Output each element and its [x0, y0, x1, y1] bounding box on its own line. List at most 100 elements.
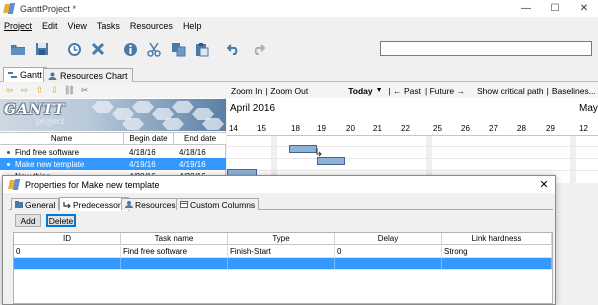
unlink-icon: ✂ — [80, 85, 89, 95]
save-project-button[interactable] — [32, 39, 52, 59]
task-row[interactable]: Find free software 4/18/16 4/18/16 — [0, 146, 226, 158]
maximize-button[interactable]: ☐ — [541, 0, 569, 17]
arrow-down-icon: ⇩ — [50, 85, 59, 95]
paste-button[interactable] — [192, 39, 212, 59]
column-header-delay[interactable]: Delay — [335, 233, 442, 244]
cell-task-name[interactable]: Find free software — [121, 246, 228, 257]
scissors-icon — [147, 42, 161, 57]
column-header-end-date[interactable]: End date — [174, 133, 226, 144]
delete-button[interactable] — [88, 39, 108, 59]
cell-type[interactable]: Finish-Start — [228, 246, 335, 257]
table-row-selected[interactable] — [14, 258, 552, 270]
task-table-header: Name Begin date End date — [0, 132, 226, 145]
indent-button[interactable]: ⇨ — [19, 85, 30, 96]
resources-tab-icon — [125, 201, 133, 208]
predecessors-table[interactable]: ID Task name Type Delay Link hardness 0 … — [13, 232, 553, 304]
timeline-day-row: 14 15 18 19 20 21 22 25 26 27 28 29 12 — [227, 124, 598, 136]
chart-toolbar: Zoom In | Zoom Out Today ▼ | ← Past | Fu… — [227, 83, 598, 98]
menu-tasks[interactable]: Tasks — [92, 21, 125, 31]
column-header-link-hardness[interactable]: Link hardness — [442, 233, 552, 244]
link-button[interactable]: ⛓ — [64, 85, 75, 96]
day-label: 22 — [401, 124, 410, 133]
column-header-begin-date[interactable]: Begin date — [124, 133, 174, 144]
column-header-type[interactable]: Type — [228, 233, 335, 244]
cut-button[interactable] — [144, 39, 164, 59]
task-begin-date: 4/19/16 — [129, 159, 156, 169]
gantt-chart-area[interactable]: Zoom In | Zoom Out Today ▼ | ← Past | Fu… — [227, 83, 598, 183]
general-tab-icon — [15, 201, 23, 208]
properties-button[interactable] — [120, 39, 140, 59]
cell-type[interactable] — [228, 258, 335, 269]
task-bar[interactable] — [317, 157, 345, 165]
cell-task-name[interactable] — [121, 258, 228, 269]
tab-gantt[interactable]: Gantt — [3, 67, 48, 82]
open-project-button[interactable] — [8, 39, 28, 59]
unlink-button[interactable]: ✂ — [79, 85, 90, 96]
column-header-id[interactable]: ID — [14, 233, 121, 244]
dialog-close-button[interactable]: ✕ — [537, 177, 551, 191]
table-row[interactable]: 0 Find free software Finish-Start 0 Stro… — [14, 246, 552, 258]
ganttproject-app-icon — [3, 3, 16, 14]
baselines-button[interactable]: Baselines... — [552, 86, 596, 96]
dialog-title-bar: Properties for Make new template ✕ — [3, 176, 555, 193]
menu-bar: Project Edit View Tasks Resources Help — [0, 18, 598, 33]
save-icon — [36, 43, 48, 55]
tab-general[interactable]: General — [11, 198, 60, 210]
cell-id[interactable] — [14, 258, 121, 269]
close-icon: ✕ — [539, 178, 549, 191]
today-button[interactable]: Today — [348, 86, 372, 96]
delete-button[interactable]: Delete — [46, 214, 76, 227]
copy-button[interactable] — [168, 39, 188, 59]
link-icon: ⛓ — [63, 85, 76, 95]
tab-general-label: General — [25, 199, 56, 210]
day-label: 28 — [517, 124, 526, 133]
cell-delay[interactable]: 0 — [335, 246, 442, 257]
day-label: 19 — [317, 124, 326, 133]
cell-id[interactable]: 0 — [14, 246, 121, 257]
search-input[interactable] — [380, 41, 592, 56]
unindent-button[interactable]: ⇦ — [4, 85, 15, 96]
zoom-out-button[interactable]: Zoom Out — [270, 86, 308, 96]
schedule-button[interactable] — [64, 39, 84, 59]
menu-help[interactable]: Help — [178, 21, 207, 31]
month-label: May — [579, 103, 598, 114]
ganttproject-banner: GANTT project — [0, 99, 226, 131]
task-row-selected[interactable]: Make new template 4/19/16 4/19/16 — [0, 158, 226, 170]
add-button[interactable]: Add — [15, 214, 41, 227]
day-label: 18 — [291, 124, 300, 133]
minimize-button[interactable]: — — [512, 0, 540, 17]
today-dropdown-icon[interactable]: ▼ — [376, 87, 383, 94]
future-button[interactable]: | Future → — [425, 86, 465, 96]
past-button[interactable]: | ← Past — [389, 86, 421, 96]
critical-path-button[interactable]: Show critical path — [477, 86, 544, 96]
move-up-button[interactable]: ⇧ — [34, 85, 45, 96]
cell-link-hardness[interactable] — [442, 258, 552, 269]
redo-icon — [254, 44, 265, 55]
tab-resources-chart[interactable]: Resources Chart — [43, 68, 133, 82]
tab-resources[interactable]: Resources — [121, 198, 180, 210]
column-header-name[interactable]: Name — [0, 133, 124, 144]
day-label: 12 — [579, 124, 588, 133]
column-header-task-name[interactable]: Task name — [121, 233, 228, 244]
day-label: 20 — [346, 124, 355, 133]
weekend-column — [570, 136, 576, 183]
redo-button[interactable] — [248, 39, 268, 59]
resources-tab-icon — [48, 72, 57, 80]
cell-delay[interactable] — [335, 258, 442, 269]
move-down-button[interactable]: ⇩ — [49, 85, 60, 96]
menu-project[interactable]: Project — [0, 21, 37, 31]
close-window-button[interactable]: ✕ — [570, 0, 598, 17]
tab-custom-columns[interactable]: Custom Columns — [176, 198, 260, 210]
menu-resources[interactable]: Resources — [125, 21, 178, 31]
task-bar[interactable] — [289, 145, 317, 153]
menu-edit[interactable]: Edit — [37, 21, 63, 31]
row-gridline — [227, 146, 598, 147]
zoom-in-button[interactable]: Zoom In — [231, 86, 262, 96]
tab-predecessors[interactable]: Predecessors — [59, 197, 129, 211]
undo-button[interactable] — [224, 39, 244, 59]
cell-link-hardness[interactable]: Strong — [442, 246, 552, 257]
menu-view[interactable]: View — [63, 21, 92, 31]
main-toolbar — [0, 35, 598, 63]
task-name: Make new template — [15, 159, 85, 169]
delete-x-icon — [91, 42, 105, 56]
